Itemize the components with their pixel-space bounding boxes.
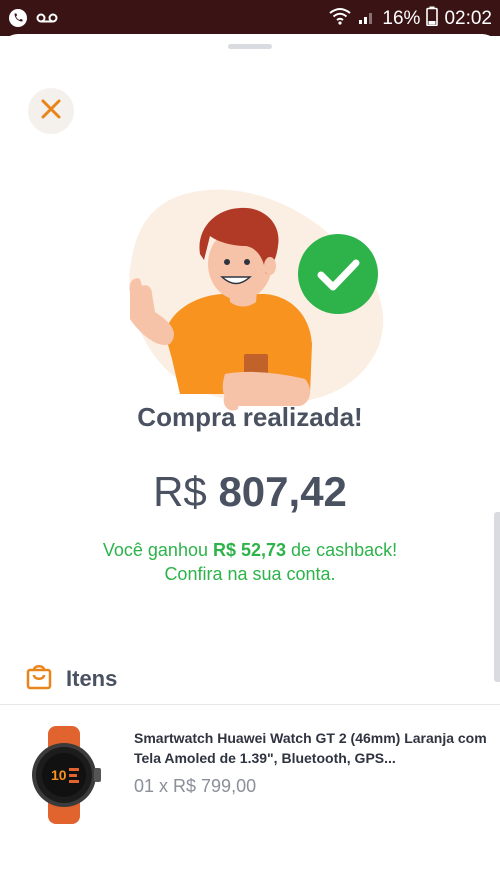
- success-illustration: [100, 184, 400, 419]
- items-section-header: Itens: [26, 662, 117, 695]
- status-bar-right: 16% 02:02: [328, 6, 492, 32]
- close-button[interactable]: [28, 88, 74, 134]
- product-thumbnail: 10: [22, 726, 106, 829]
- cashback-line-1: Você ganhou R$ 52,73 de cashback!: [0, 538, 500, 562]
- signal-icon: [358, 7, 376, 31]
- list-item[interactable]: 10 Smartwatch Huawei Watch GT 2 (46mm) L…: [0, 716, 500, 836]
- cashback-prefix: Você ganhou: [102, 540, 213, 560]
- items-section-label: Itens: [66, 665, 118, 691]
- voicemail-icon: [36, 11, 58, 30]
- status-bar-left-icons: [8, 8, 58, 33]
- battery-percent: 16%: [382, 8, 421, 29]
- clock-time: 02:02: [444, 8, 492, 29]
- battery-icon: [426, 6, 439, 32]
- svg-text:10: 10: [51, 767, 67, 783]
- status-bar: 16% 02:02: [0, 0, 500, 36]
- amount-currency: R$: [153, 468, 207, 515]
- total-amount: R$ 807,42: [0, 468, 500, 516]
- sheet-drag-handle[interactable]: [228, 44, 272, 49]
- shopping-bag-icon: [26, 662, 52, 695]
- cashback-amount: R$ 52,73: [212, 540, 287, 560]
- product-name: Smartwatch Huawei Watch GT 2 (46mm) Lara…: [134, 730, 487, 766]
- section-divider: [0, 704, 500, 705]
- phone-call-icon: [8, 8, 28, 33]
- amount-value: 807,42: [218, 468, 347, 515]
- edge-panel-handle[interactable]: [494, 512, 500, 682]
- product-quantity-price: 01 x R$ 799,00: [134, 776, 257, 796]
- wifi-icon: [328, 7, 352, 31]
- cashback-line-2: Confira na sua conta.: [164, 564, 336, 584]
- page-title: Compra realizada!: [137, 402, 363, 432]
- cashback-suffix: de cashback!: [286, 540, 398, 560]
- cashback-message: Você ganhou R$ 52,73 de cashback! Confir…: [0, 538, 500, 586]
- close-icon: [40, 98, 62, 125]
